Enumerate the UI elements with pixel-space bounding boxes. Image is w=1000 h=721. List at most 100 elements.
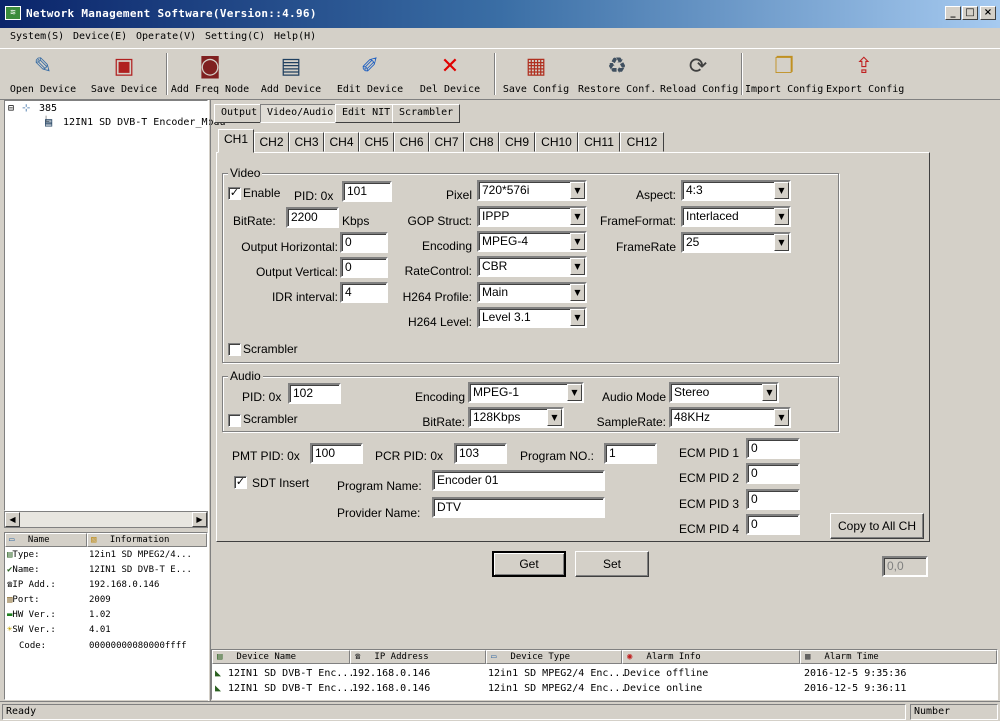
scroll-right-icon[interactable]: ▶ bbox=[192, 512, 207, 527]
alarm-log-list[interactable]: ▤ Device Name ☎ IP Address ▭ Device Type ◉ A… bbox=[211, 649, 998, 700]
log-header-ip[interactable]: ☎ IP Address bbox=[350, 650, 486, 664]
h264-profile-select[interactable]: Main ▼ bbox=[477, 282, 587, 303]
tab-ch5[interactable]: CH5 bbox=[359, 132, 394, 152]
add-device-button[interactable]: ▤ Add Device bbox=[256, 51, 326, 97]
ecm-pid-3-input[interactable]: 0 bbox=[746, 489, 800, 510]
ecm-pid-1-label: ECM PID 1 bbox=[679, 446, 740, 460]
add-freq-node-button[interactable]: ◙ Add Freq Node bbox=[170, 51, 250, 97]
video-encoding-select[interactable]: MPEG-4 ▼ bbox=[477, 231, 587, 252]
ecm-pid-1-input[interactable]: 0 bbox=[746, 438, 800, 459]
tab-ch11[interactable]: CH11 bbox=[578, 132, 620, 152]
device-tree[interactable]: ⊟ ⊹ 385 └ ▤ 12IN1 SD DVB-T Encoder_Modu bbox=[4, 100, 226, 511]
log-header-device-name[interactable]: ▤ Device Name bbox=[212, 650, 350, 664]
tab-ch7[interactable]: CH7 bbox=[429, 132, 464, 152]
set-button[interactable]: Set bbox=[575, 551, 649, 577]
ecm-pid-2-input[interactable]: 0 bbox=[746, 463, 800, 484]
chevron-down-icon[interactable]: ▼ bbox=[774, 409, 789, 426]
tab-ch4[interactable]: CH4 bbox=[324, 132, 359, 152]
video-bitrate-input[interactable]: 2200 bbox=[286, 207, 339, 228]
tab-output[interactable]: Output bbox=[214, 104, 265, 123]
tree-expander-icon[interactable]: ⊟ bbox=[8, 103, 14, 114]
program-name-input[interactable]: Encoder 01 bbox=[432, 470, 605, 491]
ecm-pid-4-input[interactable]: 0 bbox=[746, 514, 800, 535]
tab-edit-nit[interactable]: Edit NIT bbox=[335, 104, 398, 123]
del-device-button[interactable]: ✕ Del Device bbox=[414, 51, 486, 97]
video-pid-input[interactable]: 101 bbox=[342, 181, 392, 202]
audio-bitrate-select[interactable]: 128Kbps ▼ bbox=[468, 407, 564, 428]
samplerate-select[interactable]: 48KHz ▼ bbox=[669, 407, 791, 428]
menu-help[interactable]: Help(H) bbox=[274, 31, 316, 42]
chevron-down-icon[interactable]: ▼ bbox=[547, 409, 562, 426]
tab-ch8[interactable]: CH8 bbox=[464, 132, 499, 152]
framerate-select[interactable]: 25 ▼ bbox=[681, 232, 791, 253]
get-button[interactable]: Get bbox=[492, 551, 566, 577]
reload-config-button[interactable]: ⟳ Reload Config bbox=[660, 51, 738, 97]
log-header-alarm-time[interactable]: ▦ Alarm Time bbox=[800, 650, 997, 664]
info-header-name[interactable]: ▭ Name bbox=[5, 533, 87, 547]
chevron-down-icon[interactable]: ▼ bbox=[774, 234, 789, 251]
menu-system[interactable]: System(S) bbox=[10, 31, 64, 42]
tab-video-audio[interactable]: Video/Audio bbox=[260, 104, 341, 123]
chevron-down-icon[interactable]: ▼ bbox=[570, 284, 585, 301]
import-config-button[interactable]: ❐ Import Config bbox=[745, 51, 823, 97]
restore-button[interactable]: □ bbox=[962, 6, 978, 20]
close-button[interactable]: × bbox=[980, 6, 996, 20]
tab-ch2[interactable]: CH2 bbox=[254, 132, 289, 152]
tab-scrambler[interactable]: Scrambler bbox=[392, 104, 461, 123]
pmt-pid-input[interactable]: 100 bbox=[310, 443, 363, 464]
menu-setting[interactable]: Setting(C) bbox=[205, 31, 265, 42]
program-no-input[interactable]: 1 bbox=[604, 443, 657, 464]
tab-ch10[interactable]: CH10 bbox=[535, 132, 578, 152]
chevron-down-icon[interactable]: ▼ bbox=[570, 258, 585, 275]
provider-name-input[interactable]: DTV bbox=[432, 497, 605, 518]
output-horizontal-input[interactable]: 0 bbox=[340, 232, 388, 253]
open-device-button[interactable]: ✎ Open Device bbox=[8, 51, 78, 97]
info-header-information[interactable]: ▧ Information bbox=[87, 533, 207, 547]
scroll-left-icon[interactable]: ◀ bbox=[5, 512, 20, 527]
tab-ch9[interactable]: CH9 bbox=[499, 132, 535, 152]
video-scrambler-checkbox[interactable] bbox=[228, 343, 241, 356]
audio-encoding-select[interactable]: MPEG-1 ▼ bbox=[468, 382, 584, 403]
output-vertical-input[interactable]: 0 bbox=[340, 257, 388, 278]
chevron-down-icon[interactable]: ▼ bbox=[570, 182, 585, 199]
audio-mode-select[interactable]: Stereo ▼ bbox=[669, 382, 779, 403]
export-config-button[interactable]: ⇪ Export Config bbox=[826, 51, 904, 97]
chevron-down-icon[interactable]: ▼ bbox=[570, 309, 585, 326]
restore-conf-button[interactable]: ♻ Restore Conf. bbox=[578, 51, 656, 97]
pcr-pid-input[interactable]: 103 bbox=[454, 443, 507, 464]
chevron-down-icon[interactable]: ▼ bbox=[762, 384, 777, 401]
gop-struct-select[interactable]: IPPP ▼ bbox=[477, 206, 587, 227]
tab-ch3[interactable]: CH3 bbox=[289, 132, 324, 152]
info-row-name: Port: bbox=[12, 595, 40, 605]
aspect-select[interactable]: 4:3 ▼ bbox=[681, 180, 791, 201]
tree-horizontal-scrollbar[interactable]: ◀ ▶ bbox=[4, 511, 208, 528]
h264-level-select[interactable]: Level 3.1 ▼ bbox=[477, 307, 587, 328]
save-config-button[interactable]: ▦ Save Config bbox=[500, 51, 572, 97]
save-device-button[interactable]: ▣ Save Device bbox=[88, 51, 160, 97]
video-enable-checkbox[interactable]: ✓ bbox=[228, 187, 241, 200]
copy-to-all-ch-button[interactable]: Copy to All CH bbox=[830, 513, 924, 539]
chevron-down-icon[interactable]: ▼ bbox=[774, 182, 789, 199]
tab-ch6[interactable]: CH6 bbox=[394, 132, 429, 152]
tree-root[interactable]: 385 bbox=[39, 103, 57, 114]
save-device-icon: ▣ bbox=[113, 54, 135, 79]
tab-ch1[interactable]: CH1 bbox=[218, 129, 254, 153]
tab-ch12[interactable]: CH12 bbox=[620, 132, 664, 152]
frameformat-select[interactable]: Interlaced ▼ bbox=[681, 206, 791, 227]
pixel-select[interactable]: 720*576i ▼ bbox=[477, 180, 587, 201]
chevron-down-icon[interactable]: ▼ bbox=[570, 208, 585, 225]
log-header-alarm-info[interactable]: ◉ Alarm Info bbox=[622, 650, 800, 664]
tree-item-device[interactable]: 12IN1 SD DVB-T Encoder_Modu bbox=[63, 117, 226, 128]
chevron-down-icon[interactable]: ▼ bbox=[570, 233, 585, 250]
log-header-device-type[interactable]: ▭ Device Type bbox=[486, 650, 622, 664]
menu-operate[interactable]: Operate(V) bbox=[136, 31, 196, 42]
minimize-button[interactable]: _ bbox=[945, 6, 961, 20]
splitter[interactable] bbox=[208, 100, 211, 701]
menu-device[interactable]: Device(E) bbox=[73, 31, 127, 42]
audio-scrambler-checkbox[interactable] bbox=[228, 414, 241, 427]
sdt-insert-checkbox[interactable]: ✓ bbox=[234, 476, 247, 489]
audio-pid-input[interactable]: 102 bbox=[288, 383, 341, 404]
chevron-down-icon[interactable]: ▼ bbox=[774, 208, 789, 225]
edit-device-button[interactable]: ✐ Edit Device bbox=[334, 51, 406, 97]
ratecontrol-select[interactable]: CBR ▼ bbox=[477, 256, 587, 277]
